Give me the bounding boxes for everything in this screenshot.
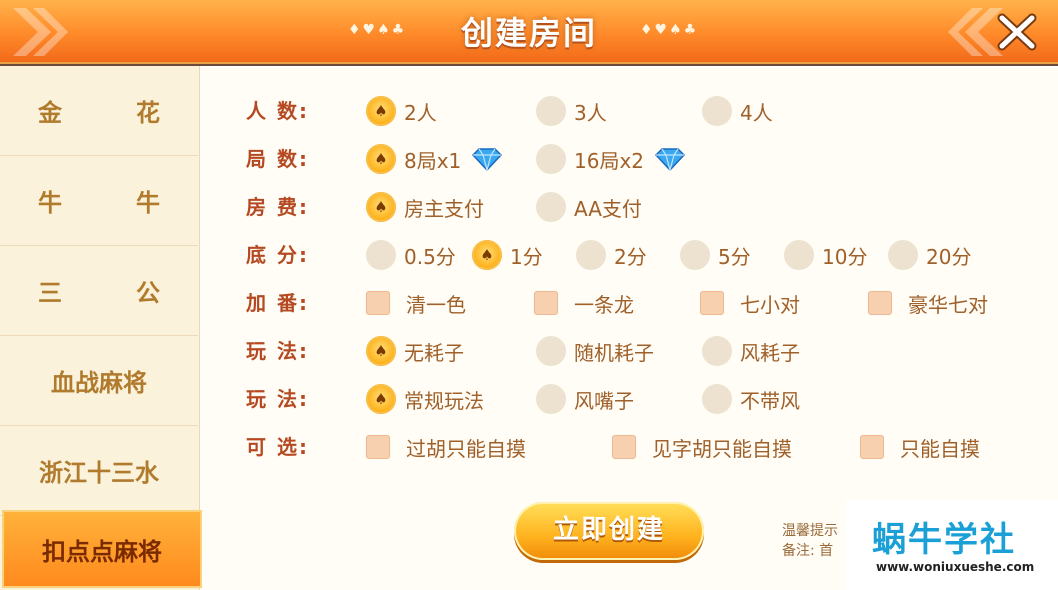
option-score-0.5[interactable]: 0.5分 [366,240,456,270]
row-label: 可 选: [246,435,309,459]
sidebar-item-shisanshui[interactable]: 浙江十三水 [0,426,198,516]
option-8-rounds[interactable]: ♠ 8局x1 [366,144,503,174]
radio-selected-icon: ♠ [366,96,396,126]
sidebar-item-xuezhan[interactable]: 血战麻将 [0,336,198,426]
sidebar-item-koudiandian[interactable]: 扣点点麻将 [2,510,202,588]
option-2-players[interactable]: ♠ 2人 [366,96,437,126]
option-score-10[interactable]: 10分 [784,240,867,270]
option-3-players[interactable]: 3人 [536,96,607,126]
row-label: 人 数: [246,99,309,123]
option-score-5[interactable]: 5分 [680,240,751,270]
checkbox [612,435,636,459]
sidebar-item-label: 牛 [136,189,160,217]
sidebar-item-label: 花 [136,99,160,127]
sidebar-item-label: 浙江十三水 [39,459,159,487]
radio-icon [576,240,606,270]
row-label: 玩 法: [246,387,309,411]
option-16-rounds[interactable]: 16局x2 [536,144,686,174]
option-qixiaodui[interactable]: 七小对 [700,288,800,318]
checkbox [868,291,892,315]
radio-icon [536,384,566,414]
option-fengzuizi[interactable]: 风嘴子 [536,384,634,414]
sidebar-item-niuniu[interactable]: 牛 牛 [0,156,198,246]
radio-selected-icon: ♠ [366,144,396,174]
option-score-20[interactable]: 20分 [888,240,971,270]
note-text: 备注: 首 [782,543,834,559]
option-no-wind[interactable]: 不带风 [702,384,800,414]
sidebar-item-label: 公 [136,279,160,307]
row-label: 加 番: [246,291,309,315]
close-icon[interactable] [996,12,1038,52]
create-room-button[interactable]: 立即创建 [514,502,704,560]
checkbox [366,435,390,459]
option-wind-haozi[interactable]: 风耗子 [702,336,800,366]
sidebar-item-jinhua[interactable]: 金 花 [0,66,198,156]
suit-decoration-right: ♦♥♠♣ [640,22,699,38]
option-score-2[interactable]: 2分 [576,240,647,270]
game-sidebar: 金 花 牛 牛 三 公 血战麻将 浙江十三水 扣点点麻将 [0,66,202,590]
radio-icon [536,336,566,366]
radio-icon [888,240,918,270]
radio-selected-icon: ♠ [472,240,502,270]
watermark: 蜗牛学社 www.woniuxueshe.com [846,500,1058,590]
checkbox [860,435,884,459]
option-jianzihu-zimo[interactable]: 见字胡只能自摸 [612,432,792,462]
sidebar-item-label: 血战麻将 [51,369,147,397]
option-normal-play[interactable]: ♠ 常规玩法 [366,384,484,414]
option-4-players[interactable]: 4人 [702,96,773,126]
sidebar-item-label: 扣点点麻将 [42,537,162,566]
checkbox [700,291,724,315]
row-label: 底 分: [246,243,309,267]
radio-icon [366,240,396,270]
option-qingyise[interactable]: 清一色 [366,288,466,318]
option-owner-pay[interactable]: ♠ 房主支付 [366,192,484,222]
sidebar-item-label: 牛 [38,189,62,217]
checkbox [366,291,390,315]
option-aa-pay[interactable]: AA支付 [536,192,642,222]
radio-selected-icon: ♠ [366,192,396,222]
option-random-haozi[interactable]: 随机耗子 [536,336,654,366]
radio-icon [702,336,732,366]
radio-icon [536,192,566,222]
watermark-url: www.woniuxueshe.com [876,560,1035,574]
radio-icon [536,96,566,126]
sidebar-item-label: 三 [38,279,62,307]
header-bar: ♦♥♠♣ 创建房间 ♦♥♠♣ [0,0,1058,64]
radio-icon [680,240,710,270]
radio-selected-icon: ♠ [366,336,396,366]
option-score-1[interactable]: ♠ 1分 [472,240,543,270]
sidebar-item-sangong[interactable]: 三 公 [0,246,198,336]
option-only-zimo[interactable]: 只能自摸 [860,432,980,462]
page-title: 创建房间 [460,14,597,52]
checkbox [534,291,558,315]
row-label: 房 费: [246,195,309,219]
option-no-haozi[interactable]: ♠ 无耗子 [366,336,464,366]
diamond-icon [654,148,686,171]
radio-icon [784,240,814,270]
option-yitiaolong[interactable]: 一条龙 [534,288,634,318]
option-haohua-qidui[interactable]: 豪华七对 [868,288,988,318]
tip-text: 温馨提示 [782,523,838,539]
radio-icon [702,384,732,414]
row-label: 局 数: [246,147,309,171]
sidebar-item-label: 金 [38,99,62,127]
option-guohu-zimo[interactable]: 过胡只能自摸 [366,432,526,462]
watermark-title: 蜗牛学社 [872,520,1016,560]
radio-icon [536,144,566,174]
diamond-icon [472,148,503,171]
radio-selected-icon: ♠ [366,384,396,414]
radio-icon [702,96,732,126]
row-label: 玩 法: [246,339,309,363]
